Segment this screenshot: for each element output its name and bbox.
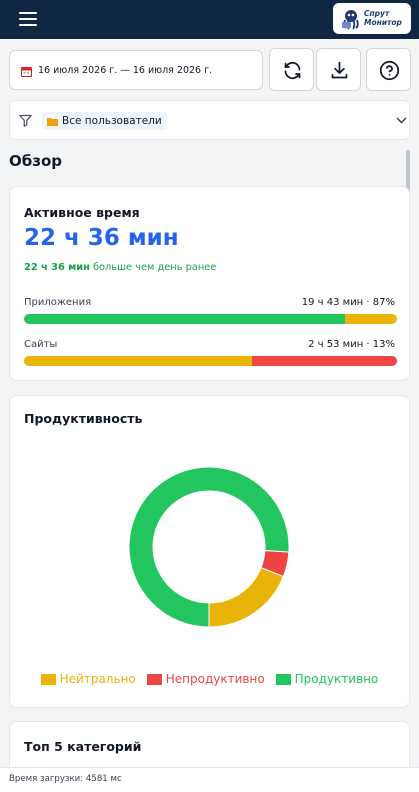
card-title: Продуктивность	[24, 411, 143, 426]
legend-label: Нейтрально	[59, 672, 136, 686]
legend-swatch	[275, 673, 291, 685]
bar-segment-1	[344, 314, 397, 324]
chevron-down-icon[interactable]	[396, 117, 407, 124]
productivity-donut-chart	[128, 466, 290, 628]
load-time-text: Время загрузки: 4581 мс	[9, 774, 122, 784]
folder-icon	[47, 117, 58, 126]
help-circle-icon	[379, 60, 400, 81]
user-filter[interactable]: Все пользователи	[9, 100, 410, 140]
filter-chip[interactable]: Все пользователи	[42, 112, 167, 130]
apps-value: 19 ч 43 мин · 87%	[301, 297, 395, 308]
filter-chip-label: Все пользователи	[62, 115, 162, 127]
active-time-card: Активное время 22 ч 36 мин 22 ч 36 мин б…	[9, 186, 410, 381]
card-title: Топ 5 категорий	[24, 739, 142, 754]
download-icon	[331, 61, 348, 79]
sites-bar	[24, 356, 397, 366]
sites-label: Сайты	[24, 339, 58, 350]
download-button[interactable]	[316, 48, 361, 91]
legend-label: Продуктивно	[294, 672, 379, 686]
legend-label: Непродуктивно	[165, 672, 265, 686]
chart-legend: Нейтрально Непродуктивно Продуктивно	[10, 672, 409, 686]
bar-segment-0	[24, 356, 252, 366]
card-title: Активное время	[24, 205, 140, 220]
top-bar: Спрут Монитор	[0, 0, 419, 39]
refresh-icon	[284, 61, 301, 80]
footer: Время загрузки: 4581 мс	[0, 767, 419, 792]
active-time-value: 22 ч 36 мин	[24, 225, 179, 251]
apps-bar	[24, 314, 397, 324]
sites-value: 2 ч 53 мин · 13%	[308, 339, 395, 350]
bar-segment-0	[24, 314, 345, 324]
octopus-logo-icon	[342, 10, 359, 30]
bar-segment-1	[251, 356, 397, 366]
legend-item[interactable]: Непродуктивно	[146, 672, 265, 686]
date-range-text: 16 июля 2026 г. — 16 июля 2026 г.	[38, 65, 213, 76]
legend-item[interactable]: Нейтрально	[40, 672, 136, 686]
productivity-card: Продуктивность Нейтрально Непродуктивно Пр…	[9, 395, 410, 708]
app-logo[interactable]: Спрут Монитор	[333, 3, 411, 34]
donut-slice-Нейтрально[interactable]	[208, 566, 285, 628]
logo-wordmark: Спрут Монитор	[364, 9, 402, 27]
legend-item[interactable]: Продуктивно	[275, 672, 379, 686]
help-button[interactable]	[366, 48, 411, 91]
hamburger-menu-icon[interactable]	[19, 10, 37, 28]
filter-icon	[19, 114, 32, 127]
legend-swatch	[146, 673, 162, 685]
refresh-button[interactable]	[269, 48, 314, 91]
comparison-text: 22 ч 36 мин больше чем день ранее	[24, 262, 217, 273]
calendar-icon	[21, 67, 32, 77]
section-title: Обзор	[9, 152, 62, 170]
apps-label: Приложения	[24, 297, 92, 308]
legend-swatch	[40, 673, 56, 685]
date-range-picker[interactable]: 16 июля 2026 г. — 16 июля 2026 г.	[9, 50, 263, 90]
